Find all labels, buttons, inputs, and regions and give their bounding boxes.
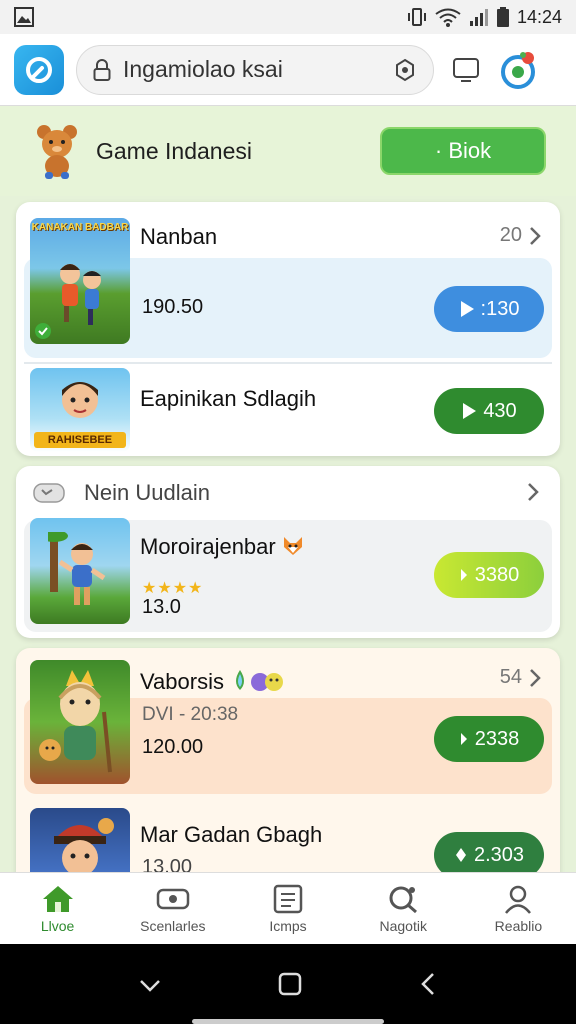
game-price: 190.50 bbox=[142, 296, 204, 318]
app-logo[interactable] bbox=[14, 44, 64, 95]
app-logo-icon bbox=[26, 56, 52, 83]
game-price: 13.0 bbox=[142, 596, 181, 618]
list-item[interactable]: Vaborsis 54 DVI - 20:38 120.00 2338 bbox=[16, 648, 560, 798]
game-count: 20 bbox=[499, 224, 522, 246]
page-title: Game Indanesi bbox=[96, 137, 252, 164]
ticket-icon bbox=[156, 888, 190, 909]
game-card-2: Nein Uudlain Moroirajenbar ★★★★ 13.0 338… bbox=[16, 466, 560, 638]
site-settings-icon[interactable] bbox=[393, 58, 417, 82]
nav-item-scenarios[interactable]: Scenlarles bbox=[115, 873, 230, 944]
play-icon bbox=[460, 301, 474, 317]
nav-item-home[interactable]: Llvoe bbox=[0, 873, 115, 944]
game-thumbnail bbox=[30, 660, 130, 784]
game-thumbnail bbox=[30, 808, 130, 872]
status-bar: 14:24 bbox=[0, 0, 576, 34]
home-indicator[interactable] bbox=[192, 1019, 384, 1024]
divider bbox=[24, 362, 552, 364]
game-thumbnail: RAHISEBEE bbox=[30, 368, 130, 452]
section-header[interactable]: Nein Uudlain bbox=[16, 466, 560, 516]
game-meta: 54 bbox=[500, 666, 542, 689]
profile-avatar-icon bbox=[501, 51, 535, 89]
profile-button[interactable] bbox=[498, 50, 538, 90]
play-icon bbox=[463, 403, 477, 419]
game-price: 120.00 bbox=[142, 736, 204, 758]
character-art-icon bbox=[60, 264, 101, 325]
home-square-icon[interactable] bbox=[277, 971, 303, 997]
url-field[interactable]: Ingamiolao ksai bbox=[76, 44, 434, 95]
game-meta: 20 bbox=[500, 224, 542, 247]
game-title: Mar Gadan Gbagh bbox=[140, 822, 323, 847]
section-title: Nein Uudlain bbox=[84, 480, 210, 505]
game-title: Vaborsis bbox=[140, 668, 288, 695]
game-subtitle: DVI - 20:38 bbox=[142, 704, 239, 725]
chevron-right-icon[interactable] bbox=[528, 668, 542, 688]
url-text: Ingamiolao ksai bbox=[123, 56, 283, 82]
nav-item-profile[interactable]: Reablio bbox=[461, 873, 576, 944]
chevron-right-icon[interactable] bbox=[526, 482, 540, 502]
game-card-1: KANAKAN BADBAR Nanban 20 190.50:130 RAH… bbox=[16, 202, 560, 456]
game-title: Eapinikan Sdlagih bbox=[140, 386, 317, 411]
character-art-icon bbox=[39, 670, 112, 773]
list-item[interactable]: Moroirajenbar ★★★★ 13.0 3380 bbox=[16, 518, 560, 632]
thumbnail-caption: RAHISEBEE bbox=[34, 432, 126, 448]
wifi-icon bbox=[435, 8, 461, 27]
chevron-right-icon[interactable] bbox=[528, 226, 542, 246]
back-icon[interactable] bbox=[417, 971, 439, 997]
play-button[interactable]: 430 bbox=[434, 388, 544, 434]
status-time: 14:24 bbox=[516, 6, 562, 27]
browser-toolbar: Ingamiolao ksai bbox=[0, 34, 576, 106]
vibrate-icon bbox=[407, 8, 426, 26]
nav-label: Icmps bbox=[269, 917, 307, 934]
nav-item-icons[interactable]: Icmps bbox=[230, 873, 345, 944]
game-title: Nanban bbox=[140, 224, 218, 249]
list-item[interactable]: KANAKAN BADBAR Nanban 20 190.50:130 bbox=[16, 202, 560, 358]
controller-icon bbox=[33, 483, 65, 503]
bottom-navigation: Llvoe Scenlarles Icmps Nagotik Reablio bbox=[0, 872, 576, 944]
list-item[interactable]: Mar Gadan Gbagh 13.00 2.303 bbox=[16, 808, 560, 872]
tabs-button[interactable] bbox=[446, 50, 486, 90]
nav-label: Scenlarles bbox=[140, 917, 206, 934]
rating-stars: ★★★★ bbox=[142, 580, 204, 597]
signal-icon bbox=[469, 9, 488, 26]
game-title: Moroirajenbar bbox=[140, 534, 304, 560]
sparkle-icon bbox=[455, 848, 466, 862]
book-button[interactable]: · Biok bbox=[380, 127, 546, 175]
search-icon bbox=[389, 886, 418, 913]
game-thumbnail bbox=[30, 518, 130, 624]
person-icon bbox=[505, 885, 532, 914]
list-item[interactable]: RAHISEBEE Eapinikan Sdlagih 430 bbox=[16, 366, 560, 456]
play-button[interactable]: :130 bbox=[434, 286, 544, 332]
mascot-icon bbox=[37, 125, 77, 179]
thumbnail-caption: KANAKAN BADBAR bbox=[31, 222, 129, 233]
battery-icon bbox=[496, 7, 509, 27]
lock-icon bbox=[93, 58, 111, 81]
game-count: 54 bbox=[499, 666, 522, 688]
system-navigation-bar bbox=[0, 944, 576, 1024]
home-icon bbox=[42, 885, 73, 912]
play-button[interactable]: 2338 bbox=[434, 716, 544, 762]
recents-chevron-icon[interactable] bbox=[137, 973, 163, 995]
game-price: 13.00 bbox=[142, 856, 193, 872]
game-list: KANAKAN BADBAR Nanban 20 190.50:130 RAH… bbox=[0, 196, 576, 872]
gallery-notification-icon bbox=[14, 7, 34, 27]
check-badge-icon bbox=[35, 323, 51, 339]
page-header: Game Indanesi · Biok bbox=[0, 106, 576, 196]
nav-label: Reablio bbox=[494, 917, 543, 934]
nav-item-search[interactable]: Nagotik bbox=[346, 873, 461, 944]
play-button[interactable]: 3380 bbox=[434, 552, 544, 598]
character-face-icon bbox=[62, 382, 98, 418]
document-icon bbox=[273, 884, 303, 913]
game-thumbnail: KANAKAN BADBAR bbox=[30, 218, 130, 344]
character-face-icon bbox=[54, 818, 114, 872]
play-button[interactable]: 2.303 bbox=[434, 832, 544, 872]
nav-label: Nagotik bbox=[379, 917, 427, 934]
character-art-icon bbox=[48, 532, 106, 605]
play-icon bbox=[460, 569, 467, 581]
tabs-icon bbox=[453, 57, 479, 82]
fox-emoji-icon bbox=[283, 537, 302, 555]
nav-label: Llvoe bbox=[40, 917, 75, 934]
gem-emoji-icon bbox=[236, 670, 284, 691]
game-card-3: Vaborsis 54 DVI - 20:38 120.00 2338 Mar … bbox=[16, 648, 560, 872]
play-icon bbox=[460, 733, 467, 745]
